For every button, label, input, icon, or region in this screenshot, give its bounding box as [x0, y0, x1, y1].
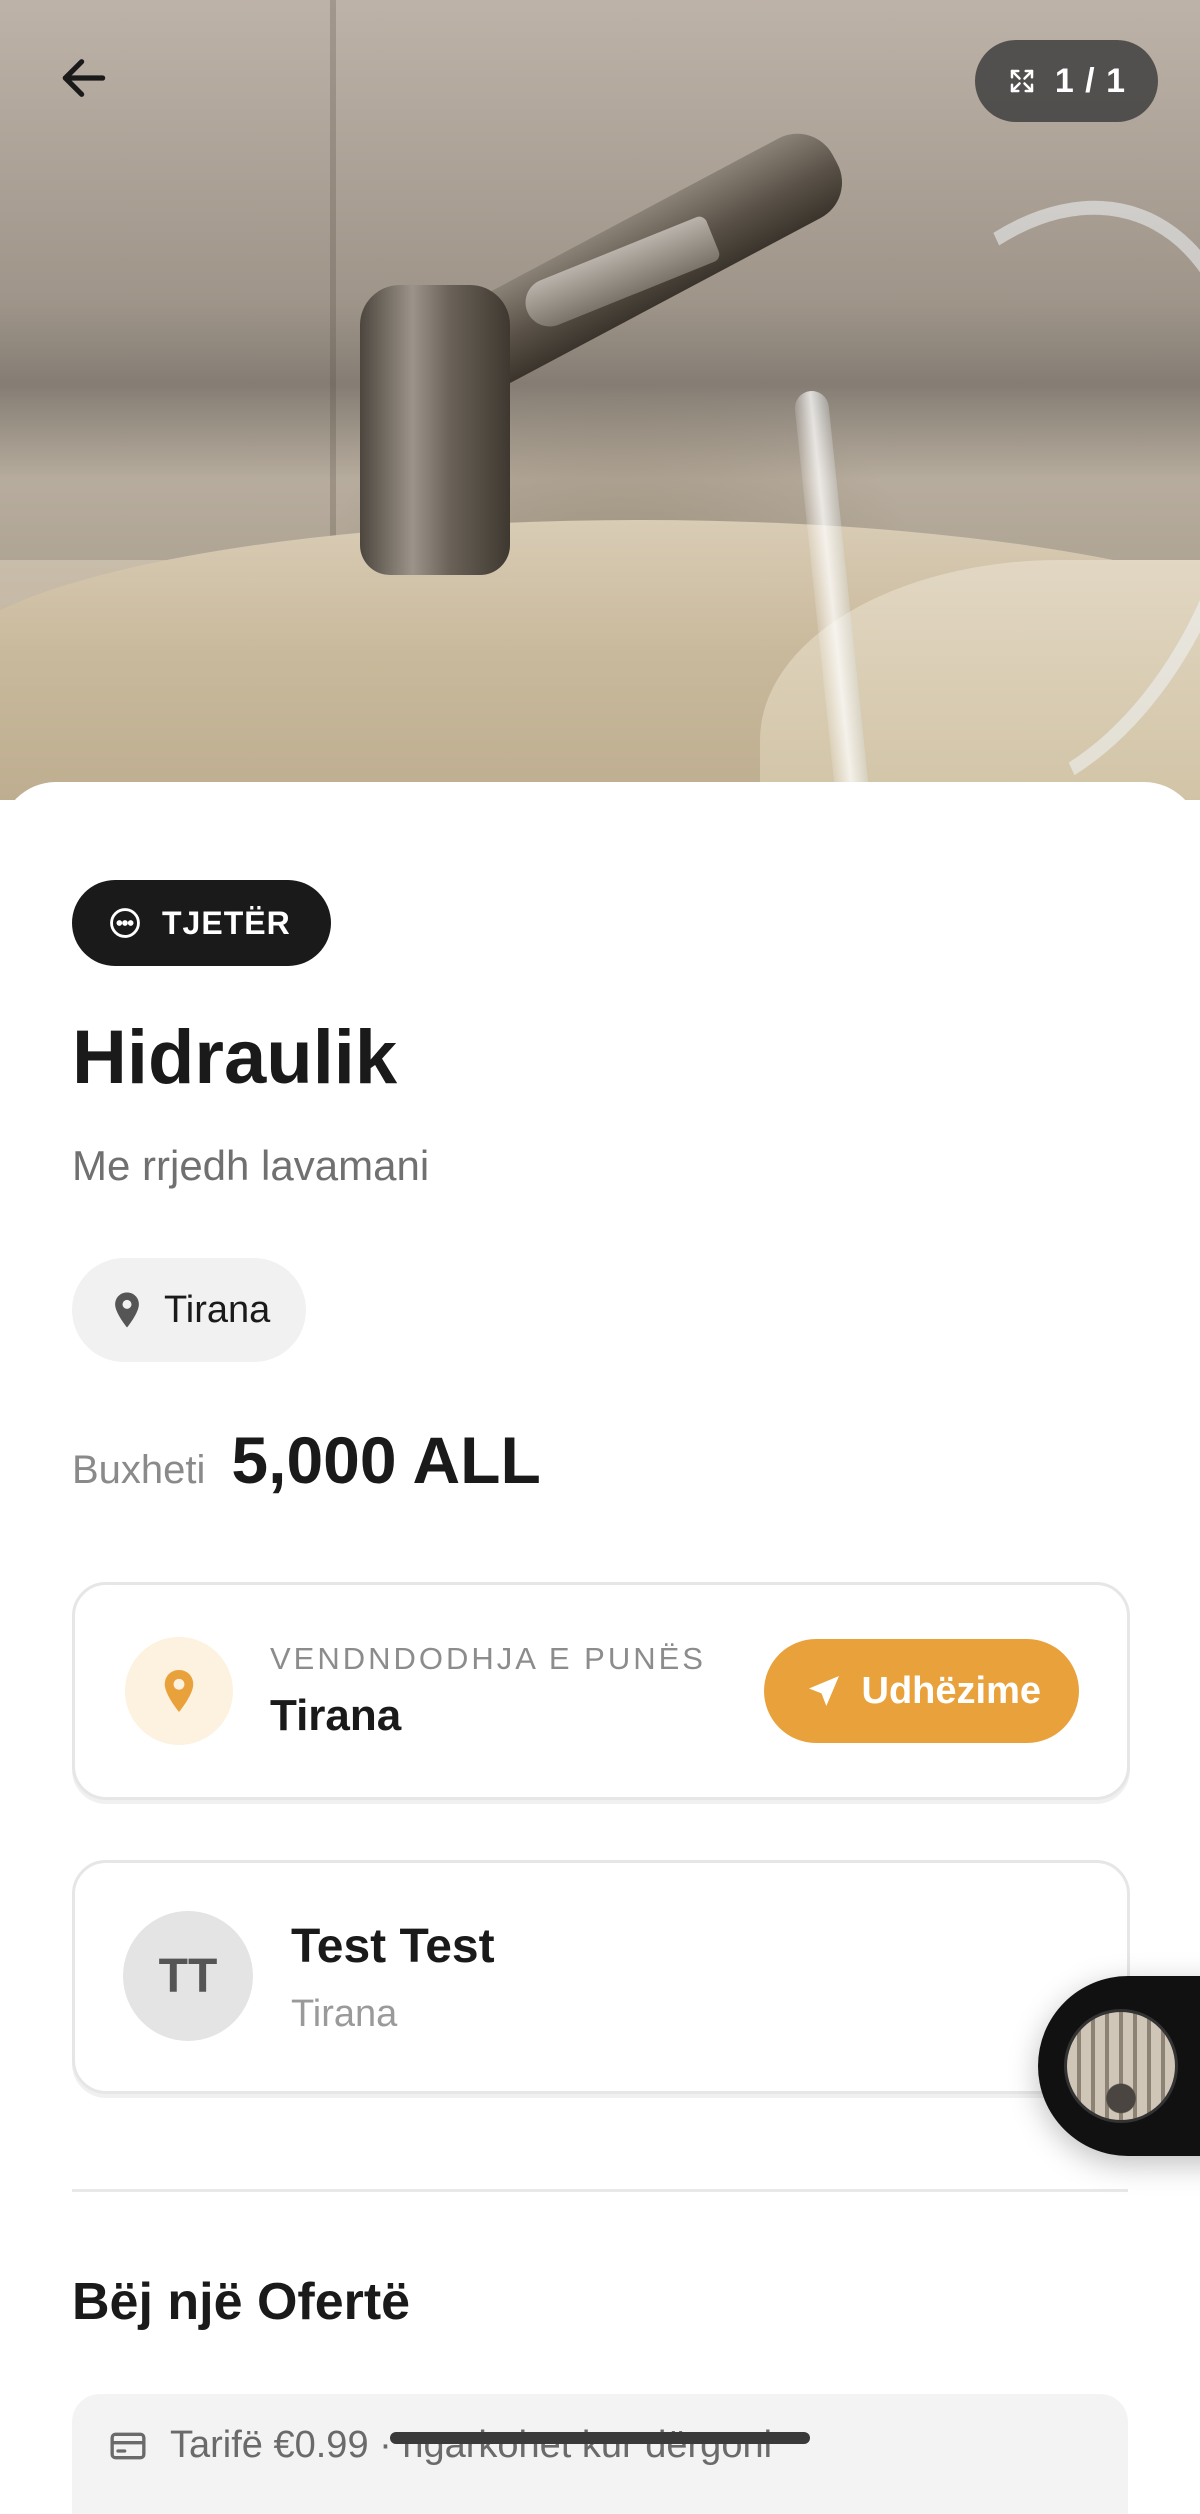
back-button[interactable] [44, 38, 124, 118]
listing-description: Me rrjedh lavamani [72, 1142, 430, 1189]
budget-label: Buxheti [72, 1448, 206, 1492]
fee-info-text: Tarifë €0.99 · ngarkohet kur dërgoni [170, 2424, 773, 2466]
image-counter-button[interactable]: 1 / 1 [974, 40, 1158, 122]
directions-button[interactable]: Udhëzime [763, 1639, 1079, 1743]
job-location-icon-circle [125, 1637, 233, 1745]
avatar: TT [123, 1911, 253, 2041]
fee-info-row: Tarifë €0.99 · ngarkohet kur dërgoni [108, 2424, 772, 2467]
budget-row: Buxheti 5,000 ALL [72, 1422, 541, 1498]
navigation-arrow-icon [808, 1676, 839, 1706]
poster-profile-card[interactable]: TT Test Test Tirana [72, 1860, 1130, 2094]
arrow-left-icon [62, 59, 106, 97]
listing-detail-sheet: TJETËR Hidraulik Me rrjedh lavamani Tira… [0, 782, 1200, 2514]
section-divider [72, 2189, 1128, 2192]
more-horizontal-circle-icon [110, 908, 140, 938]
job-location-label: VENDNDODHJA E PUNËS [270, 1641, 706, 1676]
map-pin-icon [164, 1670, 194, 1712]
category-label: TJETËR [162, 904, 291, 941]
location-chip-label: Tirana [164, 1288, 271, 1331]
category-badge: TJETËR [72, 880, 331, 966]
map-pin-icon [115, 1292, 139, 1328]
chat-bubble-avatar [1064, 2009, 1178, 2123]
image-counter-text: 1 / 1 [1054, 61, 1126, 100]
poster-city: Tirana [291, 1993, 398, 2035]
poster-name: Test Test [291, 1920, 495, 1973]
listing-title: Hidraulik [72, 1015, 398, 1100]
home-indicator[interactable] [390, 2432, 810, 2444]
make-offer-heading: Bëj një Ofertë [72, 2273, 411, 2331]
fee-info-box: Tarifë €0.99 · ngarkohet kur dërgoni [72, 2394, 1128, 2514]
job-location-value: Tirana [270, 1691, 402, 1740]
budget-value: 5,000 ALL [231, 1423, 541, 1497]
job-location-card: VENDNDODHJA E PUNËS Tirana Udhëzime [72, 1582, 1130, 1800]
location-chip[interactable]: Tirana [72, 1258, 307, 1362]
directions-button-label: Udhëzime [861, 1669, 1041, 1712]
expand-icon [1010, 69, 1034, 93]
photo-faucet-body [360, 285, 510, 575]
credit-card-icon [110, 2432, 146, 2459]
